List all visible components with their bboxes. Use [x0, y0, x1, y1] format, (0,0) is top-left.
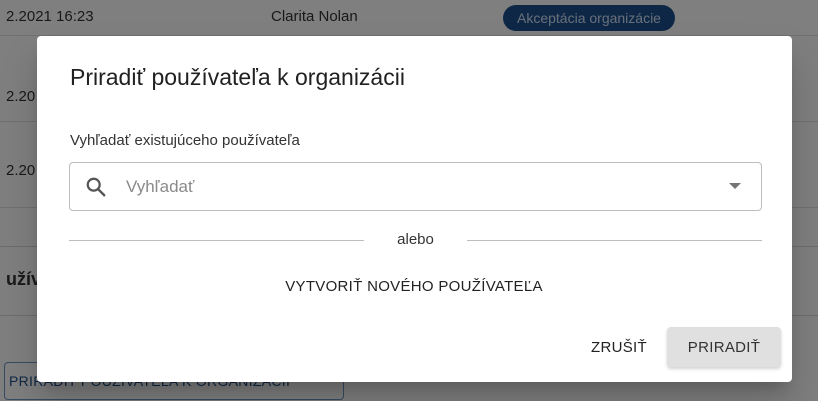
- user-search-select[interactable]: [69, 162, 762, 211]
- search-field-label: Vyhľadať existujúceho používateľa: [70, 132, 300, 149]
- create-new-user-button[interactable]: VYTVORIŤ NOVÉHO POUŽÍVATEĽA: [264, 268, 564, 304]
- search-icon: [85, 176, 107, 198]
- chevron-down-icon[interactable]: [729, 183, 741, 189]
- or-divider: alebo: [69, 230, 762, 250]
- divider-line: [467, 240, 762, 241]
- search-input[interactable]: [126, 176, 686, 198]
- assign-user-dialog: Priradiť používateľa k organizácii Vyhľa…: [37, 36, 792, 382]
- assign-button[interactable]: PRIRADIŤ: [667, 327, 781, 367]
- cancel-button[interactable]: ZRUŠIŤ: [578, 329, 660, 365]
- dialog-title: Priradiť používateľa k organizácii: [70, 64, 405, 90]
